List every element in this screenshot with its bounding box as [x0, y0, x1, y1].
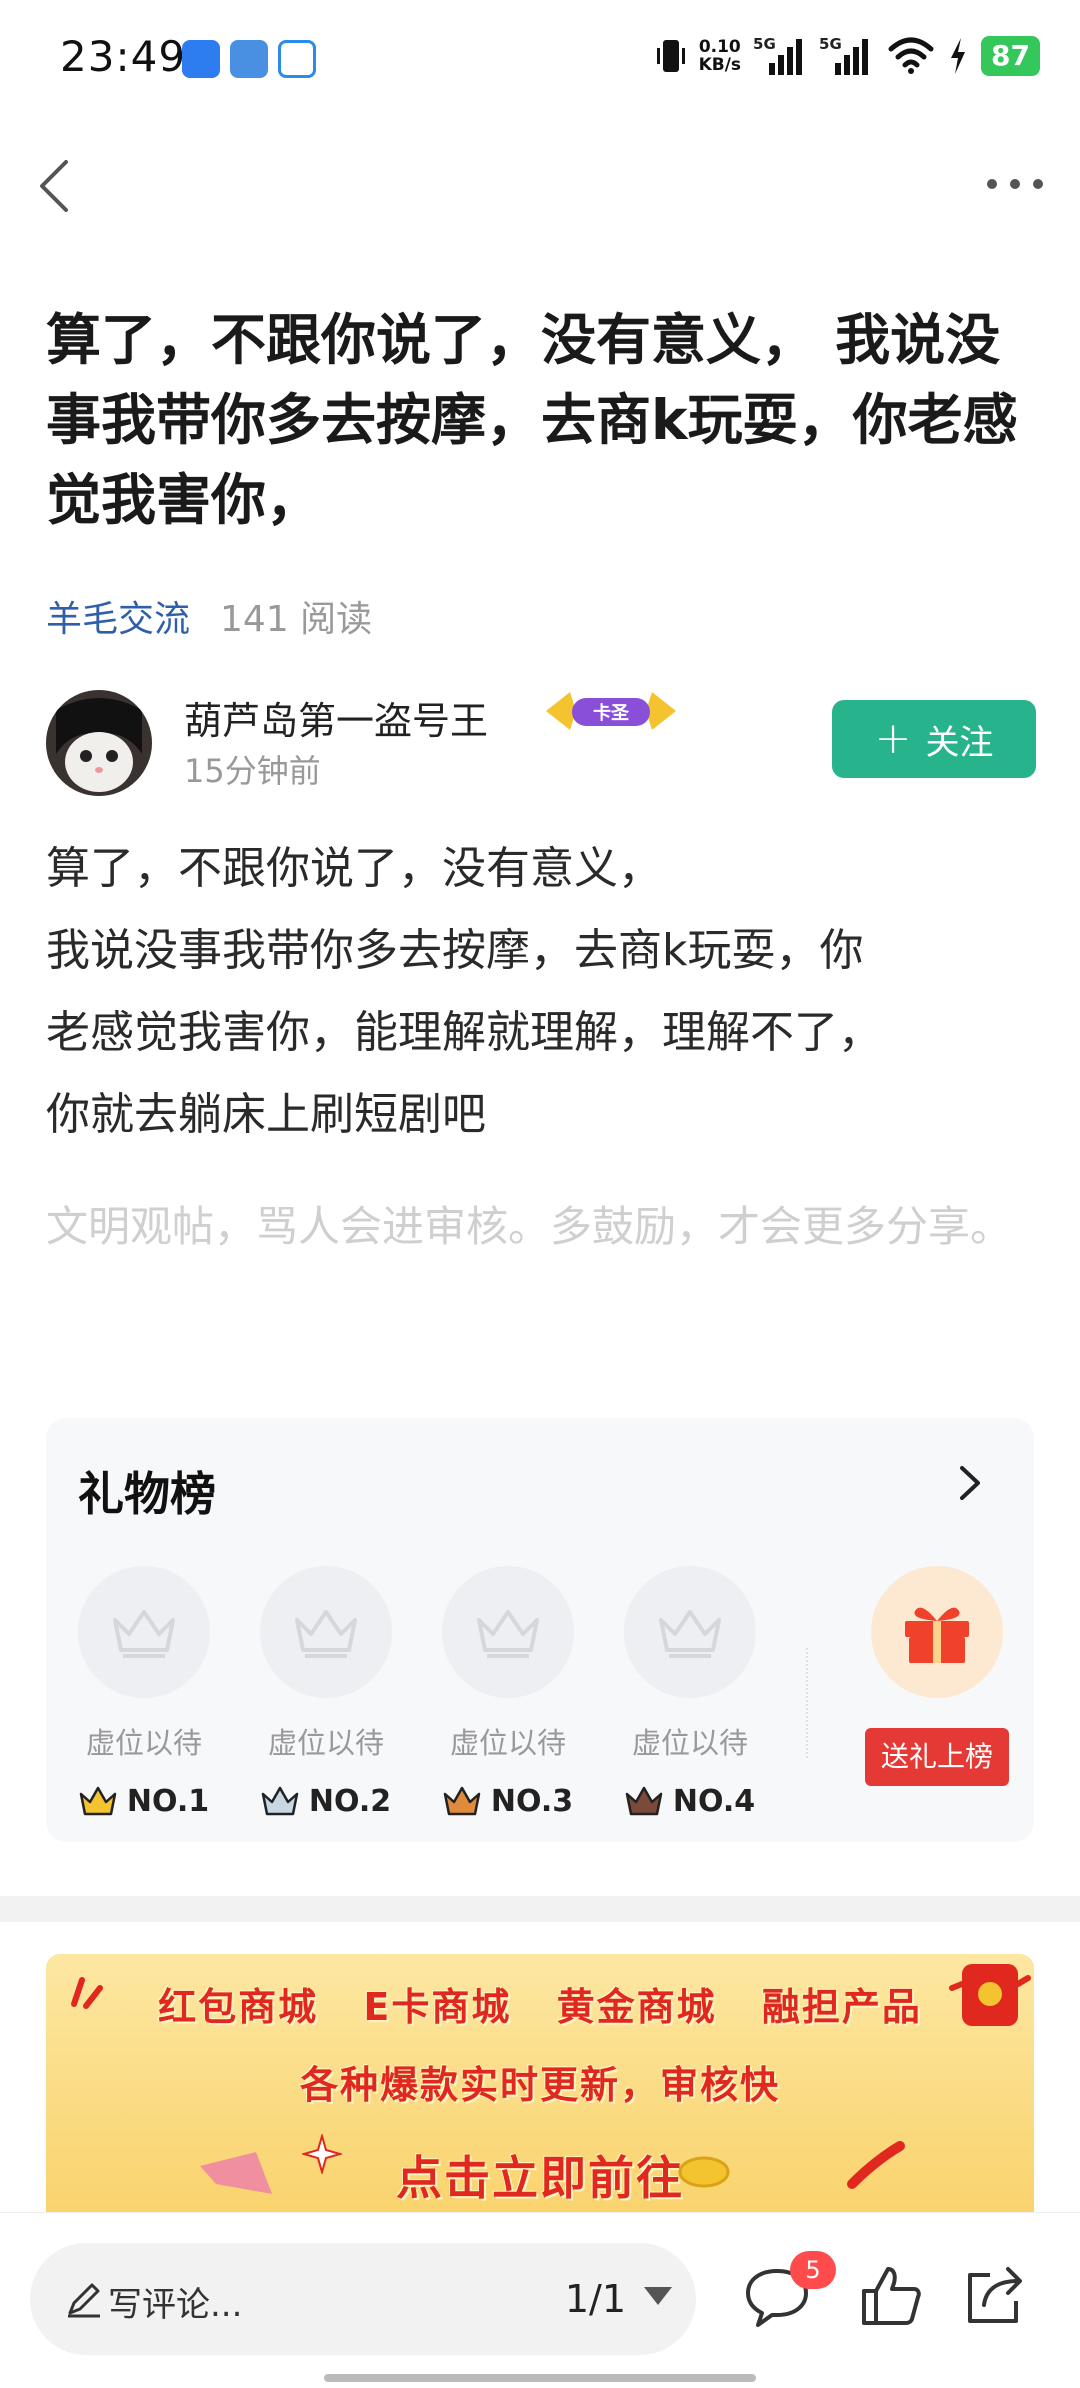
status-time: 23:49 [60, 32, 187, 81]
signal-1-label: 5G [753, 35, 776, 53]
comment-input[interactable]: 写评论... 1/1 [30, 2243, 696, 2355]
net-speed-unit: KB/s [698, 55, 742, 75]
signal-2-icon: 5G [819, 35, 873, 75]
slot-label: 虚位以待 [267, 1726, 384, 1760]
post-body: 算了，不跟你说了，没有意义， 我说没事我带你多去按摩，去商k玩耍，你 老感觉我害… [46, 828, 1036, 1156]
app2-notification-icon [278, 40, 316, 78]
author-badge-text: 卡圣 [593, 702, 630, 724]
pen-icon [68, 2283, 100, 2318]
silver-crown-icon [261, 1786, 299, 1815]
status-right: 0.10 KB/s 5G 5G 87 [656, 35, 1040, 76]
status-bar: 23:49 0.10 KB/s 5G 5G 87 [0, 0, 1080, 118]
empty-slot-crown-icon [260, 1566, 392, 1698]
body-line: 算了，不跟你说了，没有意义， [46, 843, 662, 894]
notification-icons [182, 40, 316, 78]
charging-icon [951, 38, 966, 74]
rank-label: NO.4 [672, 1784, 756, 1819]
net-speed-value: 0.10 [698, 37, 741, 57]
follow-label: 关注 [925, 722, 994, 763]
body-line: 你就去躺床上刷短剧吧 [46, 1089, 486, 1140]
avatar[interactable] [46, 690, 152, 796]
post-title: 算了，不跟你说了，没有意义， 我说没事我带你多去按摩，去商k玩耍，你老感觉我害你… [46, 308, 1018, 532]
body-line: 老感觉我害你，能理解就理解，理解不了， [46, 1007, 882, 1058]
slot-rank: NO.2 [246, 1784, 406, 1819]
follow-button[interactable]: + 关注 [832, 700, 1036, 778]
slot-label: 虚位以待 [631, 1726, 748, 1760]
gift-box-icon [871, 1566, 1003, 1698]
red-envelope-mascot-icon [949, 1964, 1031, 2026]
vibrate-icon [656, 40, 685, 72]
red-streak-icon [847, 2141, 905, 2189]
net-speed: 0.10 KB/s [699, 38, 741, 74]
gift-slot-1[interactable]: 虚位以待 NO.1 [64, 1566, 224, 1819]
chevron-right-icon[interactable] [944, 1458, 994, 1508]
signal-2-label: 5G [819, 35, 842, 53]
divider [806, 1648, 808, 1758]
rank-label: NO.1 [126, 1784, 210, 1819]
gift-board: 礼物榜 虚位以待 NO.1 虚位以待 NO.2 虚位以待 NO.3 虚位以待 N… [46, 1418, 1034, 1842]
signal-1-icon: 5G [753, 35, 807, 75]
plus-icon: + [874, 713, 912, 764]
share-icon[interactable] [960, 2261, 1030, 2331]
civility-hint: 文明观帖，骂人会进审核。多鼓励，才会更多分享。 [46, 1202, 1013, 1251]
section-separator [0, 1896, 1080, 1922]
wifi-icon [888, 37, 934, 74]
comment-placeholder: 写评论... [108, 2285, 243, 2325]
mail-notification-icon [230, 40, 268, 78]
battery-indicator: 87 [981, 36, 1040, 76]
page-indicator[interactable]: 1/1 [565, 2277, 626, 2321]
post-meta: 羊毛交流 141 阅读 [46, 590, 372, 642]
ribbon-icon [200, 2152, 272, 2194]
rank-label: NO.3 [490, 1784, 574, 1819]
slot-label: 虚位以待 [85, 1726, 202, 1760]
back-icon[interactable] [28, 156, 88, 216]
gold-crown-icon [79, 1786, 117, 1815]
author-name[interactable]: 葫芦岛第一盗号王 [184, 690, 488, 745]
dark-crown-icon [625, 1786, 663, 1815]
slot-label: 虚位以待 [449, 1726, 566, 1760]
gift-slot-4[interactable]: 虚位以待 NO.4 [610, 1566, 770, 1819]
app-notification-icon [182, 40, 220, 78]
top-nav [0, 140, 1080, 230]
slot-rank: NO.3 [428, 1784, 588, 1819]
rank-label: NO.2 [308, 1784, 392, 1819]
author-badge: 卡圣 [546, 692, 676, 730]
read-count: 141 阅读 [220, 599, 373, 640]
gift-slot-3[interactable]: 虚位以待 NO.3 [428, 1566, 588, 1819]
bronze-crown-icon [443, 1786, 481, 1815]
gift-slot-2[interactable]: 虚位以待 NO.2 [246, 1566, 406, 1819]
more-options-icon[interactable] [980, 164, 1050, 204]
empty-slot-crown-icon [78, 1566, 210, 1698]
gift-board-title: 礼物榜 [78, 1467, 216, 1521]
author-row: 葫芦岛第一盗号王 卡圣 15分钟前 + 关注 [46, 690, 1036, 800]
body-line: 我说没事我带你多去按摩，去商k玩耍，你 [46, 925, 864, 976]
banner-line-2: 各种爆款实时更新，审核快 [299, 2063, 780, 2107]
category-link[interactable]: 羊毛交流 [46, 590, 190, 642]
empty-slot-crown-icon [442, 1566, 574, 1698]
send-gift[interactable]: 送礼上榜 [862, 1566, 1012, 1786]
banner-line-1: 红包商城 E卡商城 黄金商城 融担产品 [158, 1985, 922, 2029]
empty-slot-crown-icon [624, 1566, 756, 1698]
post-time: 15分钟前 [184, 752, 321, 790]
slot-rank: NO.1 [64, 1784, 224, 1819]
like-icon[interactable] [856, 2261, 926, 2331]
promo-banner[interactable]: 红包商城 E卡商城 黄金商城 融担产品 各种爆款实时更新，审核快 点击立即前往 [46, 1954, 1034, 2214]
home-indicator[interactable] [324, 2374, 756, 2382]
bottom-bar: 写评论... 1/1 5 [0, 2212, 1080, 2388]
coin-icon [678, 2156, 730, 2188]
caret-down-icon[interactable] [640, 2281, 676, 2311]
avatar-cat-icon [46, 690, 152, 796]
comment-count-badge: 5 [790, 2251, 836, 2289]
send-gift-button[interactable]: 送礼上榜 [865, 1728, 1009, 1786]
slot-rank: NO.4 [610, 1784, 770, 1819]
star-sparkle-icon [302, 2134, 342, 2174]
